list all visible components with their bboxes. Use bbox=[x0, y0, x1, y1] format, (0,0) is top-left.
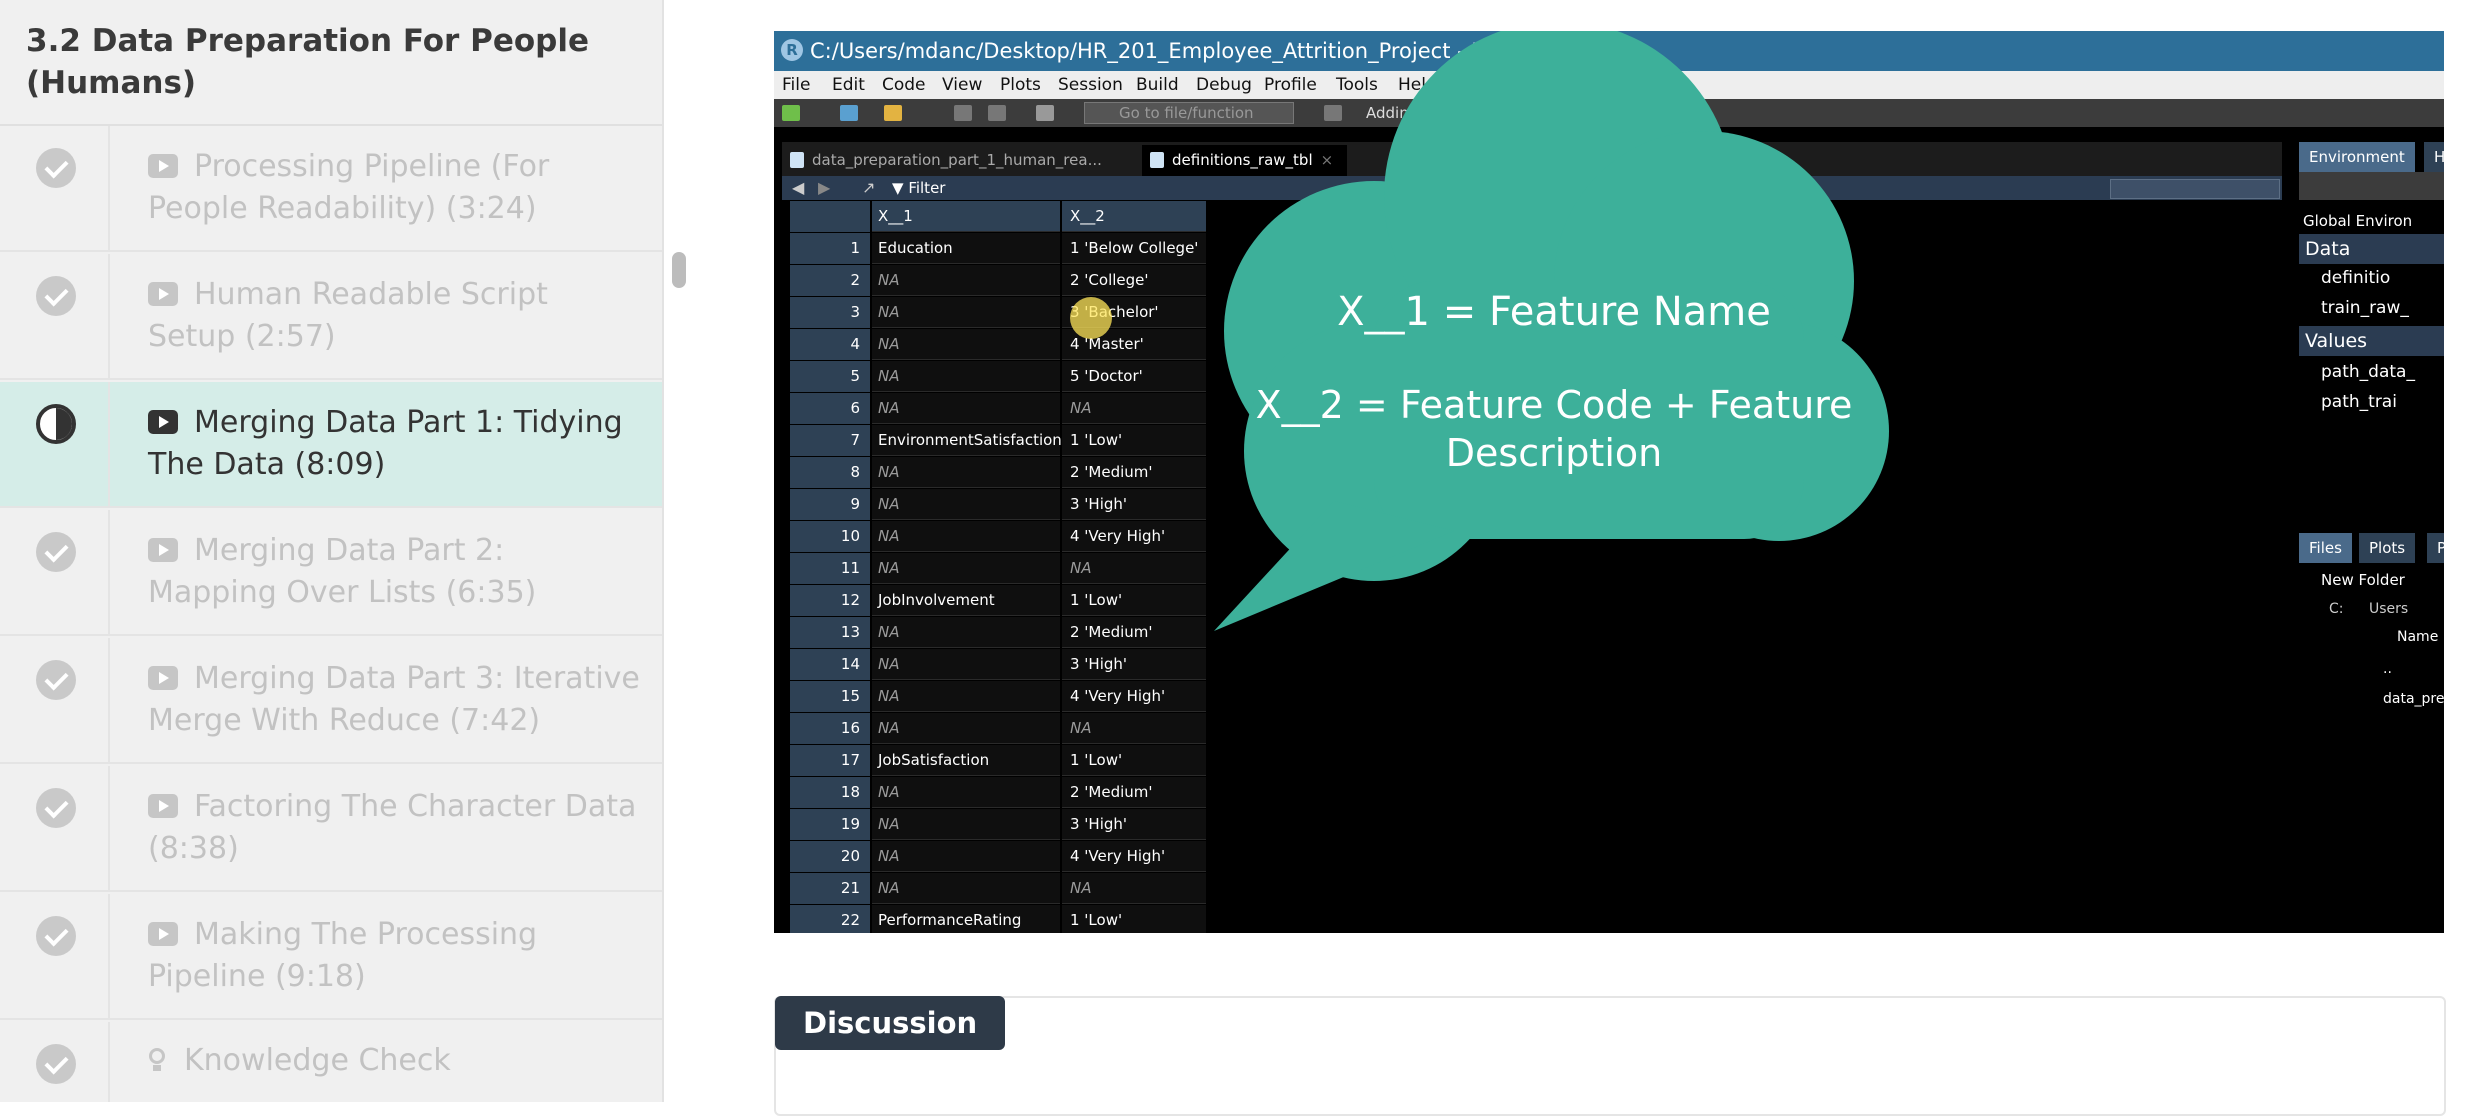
status-cell bbox=[0, 254, 110, 378]
lesson-label: Processing Pipeline (For People Readabil… bbox=[148, 149, 550, 226]
lesson-label: Factoring The Character Data (8:38) bbox=[148, 789, 637, 866]
lesson-label: Knowledge Check bbox=[184, 1043, 451, 1078]
video-icon bbox=[148, 538, 178, 562]
section-title: 3.2 Data Preparation For People (Humans) bbox=[26, 23, 590, 101]
complete-check-icon bbox=[36, 148, 76, 188]
discussion-heading: Discussion bbox=[775, 996, 1006, 1050]
complete-check-icon bbox=[36, 532, 76, 572]
video-icon bbox=[148, 794, 178, 818]
status-cell bbox=[0, 894, 110, 1018]
lesson-label: Merging Data Part 3: Iterative Merge Wit… bbox=[148, 661, 640, 738]
in-progress-icon bbox=[36, 404, 76, 444]
speech-cloud-callout bbox=[1214, 31, 1889, 631]
status-cell bbox=[0, 510, 110, 634]
complete-check-icon bbox=[36, 1044, 76, 1084]
discussion-box bbox=[774, 996, 2446, 1116]
video-icon bbox=[148, 666, 178, 690]
lesson-item-current[interactable]: Merging Data Part 1: Tidying The Data (8… bbox=[0, 382, 662, 508]
video-icon bbox=[148, 922, 178, 946]
status-cell bbox=[0, 638, 110, 762]
lesson-item[interactable]: Processing Pipeline (For People Readabil… bbox=[0, 126, 662, 252]
complete-check-icon bbox=[36, 276, 76, 316]
lecture-video[interactable]: R C:/Users/mdanc/Desktop/HR_201_Employee… bbox=[774, 31, 2444, 933]
sidebar-scrollbar-thumb[interactable] bbox=[672, 252, 686, 288]
video-icon bbox=[148, 282, 178, 306]
lesson-label: Making The Processing Pipeline (9:18) bbox=[148, 917, 538, 994]
lesson-item[interactable]: Merging Data Part 3: Iterative Merge Wit… bbox=[0, 638, 662, 764]
video-icon bbox=[148, 154, 178, 178]
course-sidebar: 3.2 Data Preparation For People (Humans)… bbox=[0, 0, 664, 1102]
callout-line-1: X__1 = Feature Name bbox=[1337, 289, 1771, 335]
lesson-item[interactable]: Merging Data Part 2: Mapping Over Lists … bbox=[0, 510, 662, 636]
complete-check-icon bbox=[36, 660, 76, 700]
complete-check-icon bbox=[36, 916, 76, 956]
status-cell bbox=[0, 126, 110, 250]
lesson-item[interactable]: Human Readable Script Setup (2:57) bbox=[0, 254, 662, 380]
lesson-label: Merging Data Part 1: Tidying The Data (8… bbox=[148, 405, 623, 482]
complete-check-icon bbox=[36, 788, 76, 828]
callout-line-2: X__2 = Feature Code + Feature Descriptio… bbox=[1255, 383, 1853, 475]
lesson-label: Human Readable Script Setup (2:57) bbox=[148, 277, 548, 354]
lesson-label: Merging Data Part 2: Mapping Over Lists … bbox=[148, 533, 537, 610]
video-icon bbox=[148, 410, 178, 434]
status-cell bbox=[0, 382, 110, 506]
section-header: 3.2 Data Preparation For People (Humans) bbox=[0, 0, 662, 126]
lesson-item[interactable]: Knowledge Check bbox=[0, 1022, 662, 1102]
status-cell bbox=[0, 1022, 110, 1102]
lesson-item[interactable]: Making The Processing Pipeline (9:18) bbox=[0, 894, 662, 1020]
lightbulb-icon bbox=[148, 1048, 166, 1072]
status-cell bbox=[0, 766, 110, 890]
lesson-item[interactable]: Factoring The Character Data (8:38) bbox=[0, 766, 662, 892]
